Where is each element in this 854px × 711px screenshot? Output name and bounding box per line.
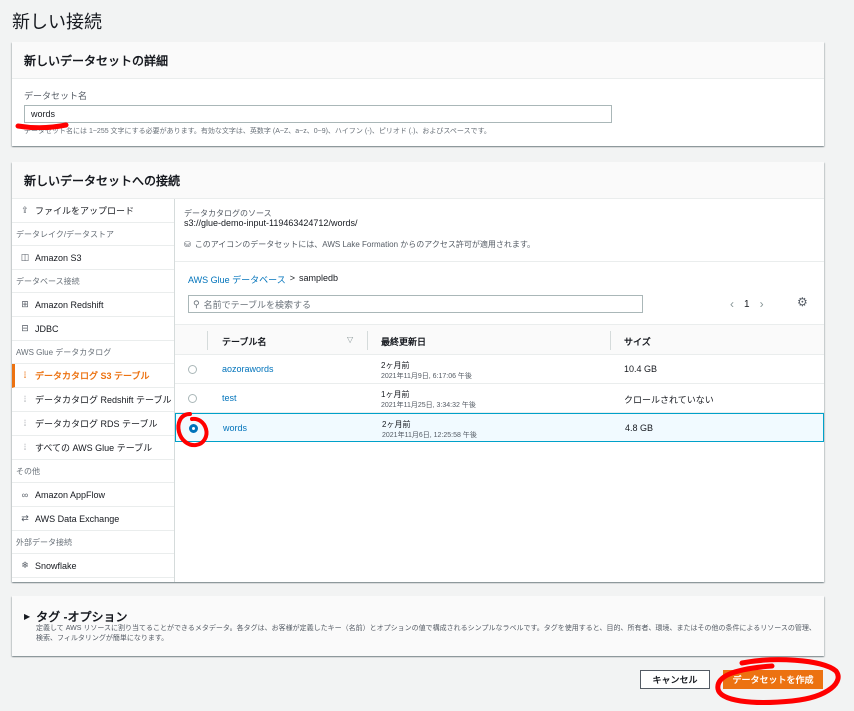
nav-category: 外部データ接続 xyxy=(12,531,174,554)
column-separator xyxy=(207,331,208,350)
table-icon: ⦙ xyxy=(23,442,27,452)
dataset-connection-panel: 新しいデータセットへの接続 ⇪ ファイルをアップロード データレイク/データストア ◫… xyxy=(12,162,824,582)
nav-item-label: Amazon Redshift xyxy=(35,299,104,310)
nav-item[interactable]: ⇪ ファイルをアップロード xyxy=(12,199,174,223)
nav-item[interactable]: ⇄ AWS Data Exchange xyxy=(12,507,174,531)
pager-current-page[interactable]: 1 xyxy=(744,299,750,310)
exchange-icon: ⇄ xyxy=(21,513,29,523)
nav-item[interactable]: ⦙ データカタログ RDS テーブル xyxy=(12,412,174,436)
pager-prev-icon[interactable]: ‹ xyxy=(730,297,734,311)
upload-icon: ⇪ xyxy=(21,205,29,215)
column-header-name[interactable]: テーブル名 xyxy=(222,335,266,348)
updated-detail: 2021年11月9日, 6:17:06 午後 xyxy=(381,373,472,380)
nav-category: データレイク/データストア xyxy=(12,223,174,246)
table-row[interactable]: test 1ヶ月前 2021年11月25日, 3:34:32 午後 クロールされていな… xyxy=(175,384,824,413)
table-size: 10.4 GB xyxy=(624,364,658,374)
tags-description: 定義して AWS リソースに割り当てることができるメタデータ。各タグは、お客様が… xyxy=(36,625,816,642)
table-icon: ⦙ xyxy=(23,394,27,404)
dataset-name-label: データセット名 xyxy=(24,91,88,101)
gear-icon[interactable]: ⚙ xyxy=(797,295,808,309)
link-icon: ∞ xyxy=(21,489,29,500)
pagination: ‹ 1 › xyxy=(730,297,764,311)
row-radio-button[interactable] xyxy=(189,424,198,433)
caret-right-icon: ▶ xyxy=(24,612,31,621)
nav-item-label: Amazon AppFlow xyxy=(35,489,106,500)
catalog-content: データカタログのソース s3://glue-demo-input-1194634… xyxy=(175,199,824,582)
nav-category: その他 xyxy=(12,460,174,483)
nav-item-label: JDBC xyxy=(35,323,59,334)
nav-item[interactable]: ⦙ データカタログ S3 テーブル xyxy=(12,364,174,388)
table-name-link[interactable]: test xyxy=(222,393,237,403)
tables-container: AWS Glue データベース > sampledb ⚲ 名前でテーブルを検索す… xyxy=(175,261,824,582)
dataset-details-panel: 新しいデータセットの詳細 データセット名 データセット名には 1~255 文字に… xyxy=(12,42,824,146)
nav-item-label: Snowflake xyxy=(35,560,77,571)
updated-relative: 1ヶ月前 xyxy=(381,390,410,399)
nav-category: AWS Glue データカタログ xyxy=(12,341,174,364)
tags-expander[interactable]: ▶ タグ -オプション xyxy=(24,608,128,625)
nav-item[interactable]: ⦙ すべての AWS Glue テーブル xyxy=(12,436,174,460)
nav-item-label: データカタログ Redshift テーブル xyxy=(35,395,172,405)
nav-item[interactable]: ⊞ Amazon Redshift xyxy=(12,293,174,317)
column-separator xyxy=(610,331,611,350)
lake-formation-note-text: このアイコンのデータセットには、AWS Lake Formation からのアク… xyxy=(194,240,536,249)
nav-item-label: データカタログ RDS テーブル xyxy=(35,419,158,429)
search-icon: ⚲ xyxy=(193,298,200,309)
nav-item[interactable]: ∞ Amazon AppFlow xyxy=(12,483,174,507)
table-size: クロールされていない xyxy=(624,395,714,405)
breadcrumb-database-link[interactable]: AWS Glue データベース xyxy=(188,273,286,286)
nav-item[interactable]: ⊟ JDBC xyxy=(12,317,174,341)
bucket-icon: ◫ xyxy=(20,252,30,262)
nav-category: データベース接続 xyxy=(12,270,174,293)
updated-detail: 2021年11月6日, 12:25:58 午後 xyxy=(382,432,477,439)
breadcrumb-separator-icon: > xyxy=(289,273,295,283)
updated-relative: 2ヶ月前 xyxy=(381,361,410,370)
dataset-name-input[interactable] xyxy=(24,105,612,123)
nav-item-label: すべての AWS Glue テーブル xyxy=(35,443,153,453)
table-row[interactable]: words 2ヶ月前 2021年11月6日, 12:25:58 午後 4.8 GB xyxy=(175,413,824,442)
updated-detail: 2021年11月25日, 3:34:32 午後 xyxy=(381,402,476,409)
pager-next-icon[interactable]: › xyxy=(760,297,764,311)
source-side-navigation: ⇪ ファイルをアップロードデータレイク/データストア ◫ Amazon S3 データベー… xyxy=(12,199,175,582)
tags-title: タグ -オプション xyxy=(36,610,128,624)
table-header: テーブル名 ▽ 最終更新日 サイズ xyxy=(175,324,824,355)
nav-item[interactable]: ⦙ データカタログ Redshift テーブル xyxy=(12,388,174,412)
table-icon: ⦙ xyxy=(23,370,27,380)
column-header-updated[interactable]: 最終更新日 xyxy=(381,335,426,348)
updated-relative: 2ヶ月前 xyxy=(382,420,411,429)
dataset-connection-header: 新しいデータセットへの接続 xyxy=(12,162,824,199)
nav-item-label: AWS Data Exchange xyxy=(35,513,120,524)
dataset-details-header: 新しいデータセットの詳細 xyxy=(12,42,824,79)
create-dataset-button[interactable]: データセットを作成 xyxy=(723,670,823,689)
cancel-button[interactable]: キャンセル xyxy=(640,670,710,689)
table-name-link[interactable]: words xyxy=(223,423,247,433)
catalog-source-value: s3://glue-demo-input-119463424712/words/ xyxy=(184,218,358,228)
nav-item-label: データカタログ S3 テーブル xyxy=(35,371,150,381)
nav-item-label: Amazon S3 xyxy=(35,252,82,263)
sort-caret-icon[interactable]: ▽ xyxy=(347,335,353,344)
table-row[interactable]: aozorawords 2ヶ月前 2021年11月9日, 6:17:06 午後 10.… xyxy=(175,355,824,384)
database-icon: ⊟ xyxy=(21,323,29,333)
lake-formation-note: ⛁ このアイコンのデータセットには、AWS Lake Formation からの… xyxy=(184,239,535,250)
snowflake-icon: ❄ xyxy=(21,560,29,570)
row-radio-button[interactable] xyxy=(188,365,197,374)
row-radio-button[interactable] xyxy=(188,394,197,403)
table-search-input[interactable]: ⚲ 名前でテーブルを検索する xyxy=(188,295,643,313)
nav-item[interactable]: ◫ Amazon S3 xyxy=(12,246,174,270)
lake-formation-icon: ⛁ xyxy=(184,240,191,249)
search-placeholder: 名前でテーブルを検索する xyxy=(203,299,312,310)
database-icon: ⊞ xyxy=(21,299,29,309)
column-header-size[interactable]: サイズ xyxy=(624,335,651,348)
nav-item-label: ファイルをアップロード xyxy=(35,206,135,216)
breadcrumb-current: sampledb xyxy=(299,273,339,283)
table-size: 4.8 GB xyxy=(625,423,654,433)
breadcrumb: AWS Glue データベース > sampledb xyxy=(188,273,338,286)
nav-item[interactable]: ❄ Snowflake xyxy=(12,554,174,578)
column-separator xyxy=(367,331,368,350)
table-name-link[interactable]: aozorawords xyxy=(222,364,274,374)
tags-panel: ▶ タグ -オプション 定義して AWS リソースに割り当てることができるメタデ… xyxy=(12,596,824,656)
table-icon: ⦙ xyxy=(23,418,27,428)
dataset-name-hint: データセット名には 1~255 文字にする必要があります。有効な文字は、英数字 … xyxy=(24,128,491,135)
page-title: 新しい接続 xyxy=(12,12,102,32)
